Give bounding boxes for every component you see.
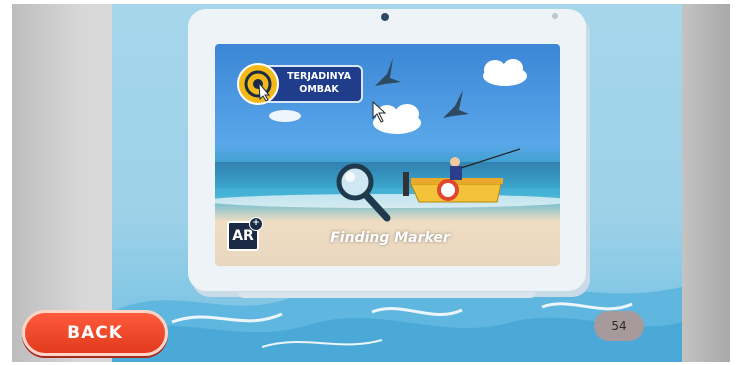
cloud-icon (269, 110, 301, 122)
ar-icon[interactable]: AR + (227, 217, 263, 251)
magnifier-icon (336, 163, 391, 222)
bird-icon (375, 58, 401, 86)
fishing-boat-illustration (403, 148, 521, 203)
finding-marker-status: Finding Marker (330, 230, 450, 246)
target-icon (237, 63, 279, 105)
tablet-base (238, 292, 536, 298)
ar-plus-icon: + (249, 217, 263, 231)
page-number-badge: 54 (594, 311, 644, 341)
cloud-icon (483, 59, 527, 86)
topic-card[interactable]: TERJADINYA OMBAK (237, 63, 365, 105)
tablet-sensor (552, 13, 558, 19)
tablet-frame: TERJADINYA OMBAK AR + Finding Marker (188, 9, 586, 298)
tablet-camera (381, 13, 389, 21)
tablet-screen: TERJADINYA OMBAK AR + Finding Marker (215, 44, 560, 266)
ar-badge-text: AR (232, 228, 254, 244)
back-button[interactable]: BACK (22, 310, 168, 356)
topic-label: TERJADINYA OMBAK (287, 71, 351, 95)
bird-icon (443, 90, 469, 118)
